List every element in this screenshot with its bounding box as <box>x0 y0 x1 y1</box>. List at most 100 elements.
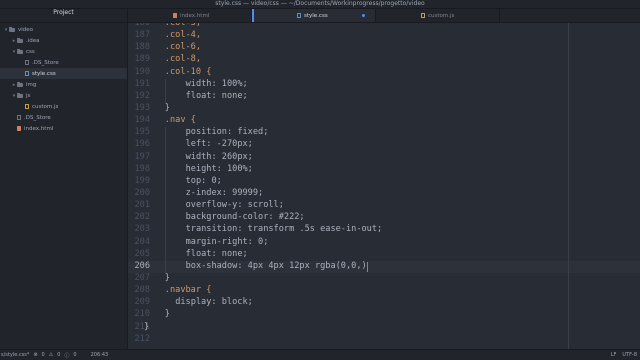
warning-icon[interactable]: ⚠ <box>49 352 53 358</box>
tree-file[interactable]: custom.js <box>0 101 127 112</box>
line-number[interactable]: 190 <box>128 67 150 77</box>
line-number[interactable]: 198 <box>128 164 150 174</box>
line-number[interactable]: 187 <box>128 30 150 40</box>
line-number[interactable]: 200 <box>128 188 150 198</box>
error-icon[interactable]: ⊗ <box>33 352 37 358</box>
tree-folder[interactable]: ▾ css <box>0 46 127 57</box>
code-line[interactable]: 202 background-color: #222; <box>128 212 640 225</box>
code-text: top: 0; <box>185 175 222 186</box>
tree-folder[interactable]: ▸ img <box>0 79 127 90</box>
tab-css[interactable]: style.css <box>252 9 376 22</box>
code-line[interactable]: 193} <box>128 103 640 115</box>
html-file-icon <box>17 126 21 131</box>
status-file-path[interactable]: s/style.css* <box>1 352 29 358</box>
code-line[interactable]: 186 .col-3, <box>128 23 640 30</box>
line-number[interactable]: 209 <box>128 297 150 307</box>
code-line[interactable]: 204 margin-right: 0; <box>128 236 640 249</box>
line-number[interactable]: 203 <box>128 224 150 234</box>
code-line[interactable]: 211} <box>128 322 640 334</box>
code-line[interactable]: 201 overflow-y: scroll; <box>128 200 640 213</box>
tree-folder[interactable]: ▾ video <box>0 24 127 35</box>
code-line[interactable]: 207} <box>128 273 640 285</box>
tree-folder[interactable]: ▸ .idea <box>0 35 127 46</box>
code-line[interactable]: 209 display: block; <box>128 297 640 309</box>
line-number[interactable]: 212 <box>128 334 150 344</box>
line-number[interactable]: 194 <box>128 115 150 125</box>
indent-guide <box>164 151 166 164</box>
line-number[interactable]: 208 <box>128 285 150 295</box>
warning-count[interactable]: 0 <box>57 352 60 358</box>
editor-lines: 186 .col-3, 187 .col-4, 188 .col-6, 189 .col-8,… <box>128 23 640 346</box>
code-text: width: 100%; <box>185 78 248 89</box>
code-line[interactable]: 197 width: 260px; <box>128 151 640 164</box>
code-line[interactable]: 195 position: fixed; <box>128 127 640 140</box>
modified-indicator-icon[interactable] <box>362 14 365 17</box>
tree-item-label: .idea <box>26 37 40 44</box>
css-file-icon <box>297 13 301 18</box>
tree-file[interactable]: index.html <box>0 123 127 134</box>
line-number[interactable]: 197 <box>128 152 150 162</box>
line-number[interactable]: 206 <box>128 261 150 271</box>
code-line[interactable]: 210} <box>128 309 640 321</box>
code-line[interactable]: 205 float: none; <box>128 248 640 261</box>
code-line[interactable]: 191 width: 100%; <box>128 78 640 91</box>
code-line[interactable]: 196 left: -270px; <box>128 139 640 152</box>
code-line[interactable]: 189 .col-8, <box>128 54 640 66</box>
tree-item-label: js <box>26 92 31 99</box>
code-line[interactable]: 190 .col-10 { <box>128 67 640 79</box>
line-number[interactable]: 199 <box>128 176 150 186</box>
file-tree: ▾ video ▸ .idea ▾ css .DS_Store style.css ▸ img ▾ j… <box>0 23 127 134</box>
line-number[interactable]: 186 <box>128 23 150 28</box>
code-text: left: -270px; <box>185 139 253 150</box>
encoding[interactable]: UTF-8 <box>622 352 637 358</box>
code-line[interactable]: 212 <box>128 334 640 346</box>
line-number[interactable]: 193 <box>128 103 150 113</box>
folder-icon <box>17 92 23 98</box>
indent-guide <box>164 163 166 176</box>
line-ending[interactable]: LF <box>611 352 617 358</box>
cursor-position[interactable]: 206:43 <box>91 352 109 358</box>
tab-js[interactable]: custom.js <box>376 9 500 22</box>
tree-folder[interactable]: ▾ js <box>0 90 127 101</box>
tree-file[interactable]: style.css <box>0 68 127 79</box>
css-file-icon <box>25 71 29 76</box>
tab-label: index.html <box>180 12 210 19</box>
line-number[interactable]: 188 <box>128 42 150 52</box>
line-number[interactable]: 195 <box>128 127 150 137</box>
code-text: overflow-y: scroll; <box>185 200 284 211</box>
line-number[interactable]: 207 <box>128 273 150 283</box>
info-icon[interactable]: ⓘ <box>64 352 69 359</box>
line-number[interactable]: 205 <box>128 249 150 259</box>
code-line[interactable]: 194 .nav { <box>128 115 640 127</box>
error-count[interactable]: 0 <box>42 352 45 358</box>
tree-file[interactable]: .DS_Store <box>0 112 127 123</box>
tree-view-header[interactable]: Project <box>0 9 127 23</box>
code-text: .nav { <box>164 115 196 126</box>
code-line[interactable]: 203 transition: transform .5s ease-in-out… <box>128 224 640 237</box>
code-line[interactable]: 192 float: none; <box>128 90 640 103</box>
indent-guide <box>164 127 166 140</box>
tab-html[interactable]: index.html <box>128 9 252 22</box>
code-line[interactable]: 188 .col-6, <box>128 42 640 54</box>
line-number[interactable]: 201 <box>128 200 150 210</box>
line-number[interactable]: 204 <box>128 237 150 247</box>
code-editor[interactable]: 186 .col-3, 187 .col-4, 188 .col-6, 189 .col-8,… <box>128 23 640 350</box>
indent-guide <box>164 139 166 152</box>
code-line[interactable]: 199 top: 0; <box>128 175 640 188</box>
code-line[interactable]: 206 box-shadow: 4px 4px 12px rgba(0,0,) <box>128 260 640 273</box>
folder-icon <box>17 37 23 43</box>
line-number[interactable]: 191 <box>128 79 150 89</box>
code-line[interactable]: 198 height: 100%; <box>128 163 640 176</box>
code-line[interactable]: 200 z-index: 99999; <box>128 187 640 201</box>
line-number[interactable]: 196 <box>128 139 150 149</box>
info-count[interactable]: 0 <box>73 352 76 358</box>
code-line[interactable]: 208 .navbar { <box>128 285 640 297</box>
code-line[interactable]: 187 .col-4, <box>128 30 640 42</box>
tree-file[interactable]: .DS_Store <box>0 57 127 68</box>
code-text: box-shadow: 4px 4px 12px rgba(0,0,) <box>185 260 367 271</box>
line-number[interactable]: 202 <box>128 212 150 222</box>
indent-guide <box>164 224 166 237</box>
line-number[interactable]: 210 <box>128 309 150 319</box>
line-number[interactable]: 189 <box>128 54 150 64</box>
line-number[interactable]: 192 <box>128 91 150 101</box>
